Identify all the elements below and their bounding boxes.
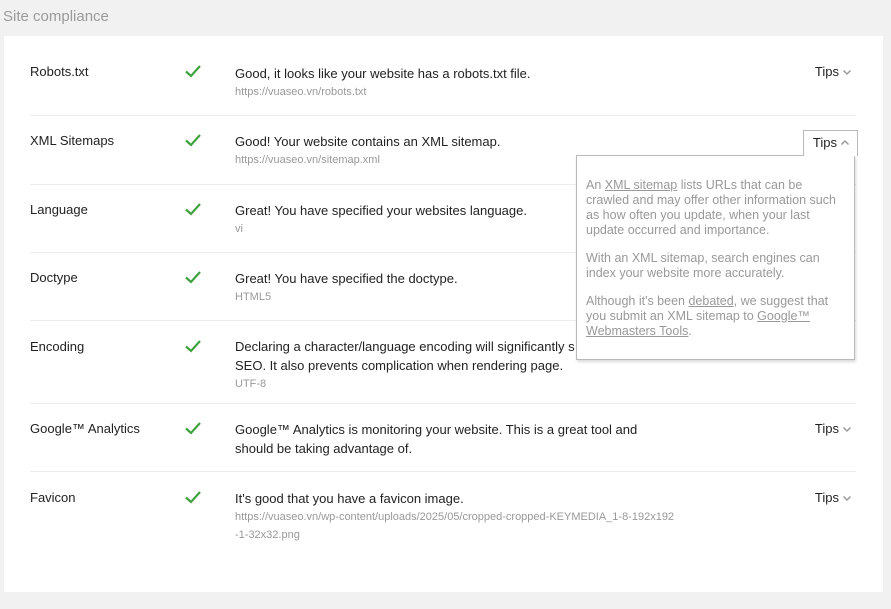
popover-text: Although it's been [586, 294, 689, 308]
debated-link[interactable]: debated [688, 294, 733, 308]
popover-paragraph: Although it's been debated, we suggest t… [586, 294, 844, 339]
row-message: It's good that you have a favicon image. [235, 491, 464, 506]
xml-sitemap-link[interactable]: XML sitemap [605, 178, 677, 192]
check-icon [185, 491, 201, 504]
chevron-up-icon [840, 139, 850, 145]
row-label: Doctype [30, 270, 78, 285]
row-favicon: Favicon It's good that you have a favico… [30, 471, 856, 561]
tips-toggle[interactable]: Tips [815, 490, 852, 505]
check-icon [185, 65, 201, 78]
row-google-analytics: Google™ Analytics Google™ Analytics is m… [30, 403, 856, 472]
row-message: Good! Your website contains an XML sitem… [235, 134, 501, 149]
tips-label: Tips [814, 64, 839, 79]
row-detail: https://vuaseo.vn/wp-content/uploads/202… [235, 511, 675, 541]
chevron-down-icon [842, 426, 852, 432]
section-title: Site compliance [3, 8, 109, 25]
row-label: Favicon [30, 490, 76, 505]
chevron-down-icon [842, 69, 852, 75]
row-detail: UTF-8 [235, 378, 267, 390]
tips-label: Tips [814, 421, 839, 436]
row-message: Good, it looks like your website has a r… [235, 66, 531, 81]
row-message-block: Good, it looks like your website has a r… [235, 64, 675, 101]
chevron-down-icon [842, 495, 852, 501]
row-label: Google™ Analytics [30, 421, 140, 436]
row-detail: https://vuaseo.vn/robots.txt [235, 86, 367, 98]
popover-paragraph: An XML sitemap lists URLs that can be cr… [586, 178, 844, 238]
tips-popover: An XML sitemap lists URLs that can be cr… [576, 155, 855, 360]
tips-label: Tips [814, 490, 839, 505]
check-icon [185, 422, 201, 435]
row-label: XML Sitemaps [30, 133, 115, 148]
row-message-block: It's good that you have a favicon image.… [235, 489, 675, 544]
check-icon [185, 134, 201, 147]
check-icon [185, 203, 201, 216]
row-label: Language [30, 202, 88, 217]
row-message: Google™ Analytics is monitoring your web… [235, 422, 638, 456]
check-icon [185, 340, 201, 353]
check-icon [185, 271, 201, 284]
tips-toggle[interactable]: Tips [815, 64, 852, 79]
popover-paragraph: With an XML sitemap, search engines can … [586, 251, 820, 280]
row-message-block: Google™ Analytics is monitoring your web… [235, 420, 655, 458]
row-label: Robots.txt [30, 64, 89, 79]
row-robots: Robots.txt Good, it looks like your webs… [30, 36, 856, 116]
row-label: Encoding [30, 339, 85, 354]
popover-text: An [586, 178, 605, 192]
popover-text: . [688, 324, 692, 338]
tips-toggle[interactable]: Tips [815, 421, 852, 436]
tips-toggle[interactable]: Tips [802, 130, 858, 156]
tips-label: Tips [812, 135, 837, 150]
